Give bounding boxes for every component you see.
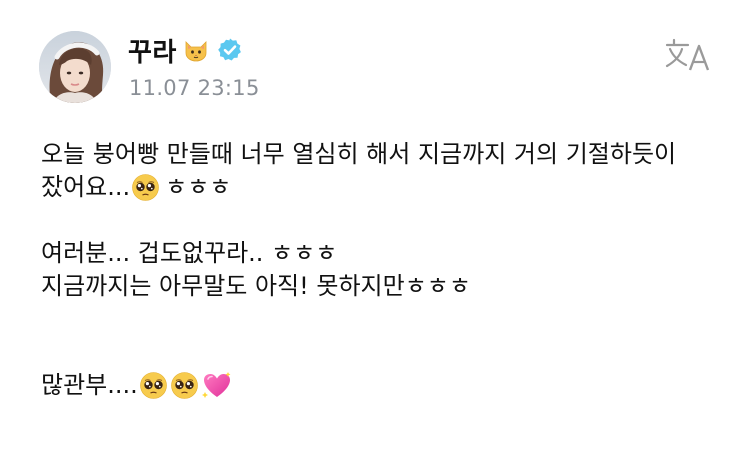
post-timestamp: 11.07 23:15 [129,76,260,100]
author-name[interactable]: 꾸라 [128,32,177,69]
post-line-text: 많관부.... [41,371,138,399]
avatar[interactable] [39,31,111,103]
post-line: 잤어요... ㅎㅎㅎ [41,171,721,204]
author-row: 꾸라 [128,30,243,70]
post-line: 오늘 붕어빵 만들때 너무 열심히 해서 지금까지 거의 기절하듯이 [41,140,677,168]
post-line: 여러분... 겁도없꾸라.. ㅎㅎㅎ [41,239,338,267]
pleading-face-emoji [139,371,168,400]
post-line-text: 잤어요... [41,173,131,201]
pleading-face-emoji [170,371,199,400]
verified-badge-icon [217,37,243,63]
post-line: 지금까지는 아무말도 아직! 못하지만ㅎㅎㅎ [41,272,471,300]
post-line-tail: ㅎㅎㅎ [165,173,232,201]
pleading-face-emoji [131,173,160,202]
translate-button[interactable] [664,34,714,74]
sparkling-heart-emoji [201,371,231,400]
post-content: 오늘 붕어빵 만들때 너무 열심히 해서 지금까지 거의 기절하듯이 잤어요..… [41,138,721,402]
translate-icon [665,38,710,71]
post-card: 꾸라 11.07 23:15 오늘 붕어빵 만들때 너무 열심히 해서 지금까지… [0,0,750,475]
cat-face-emoji [183,37,209,63]
avatar-image [39,31,111,103]
post-line: 많관부.... [41,369,721,402]
